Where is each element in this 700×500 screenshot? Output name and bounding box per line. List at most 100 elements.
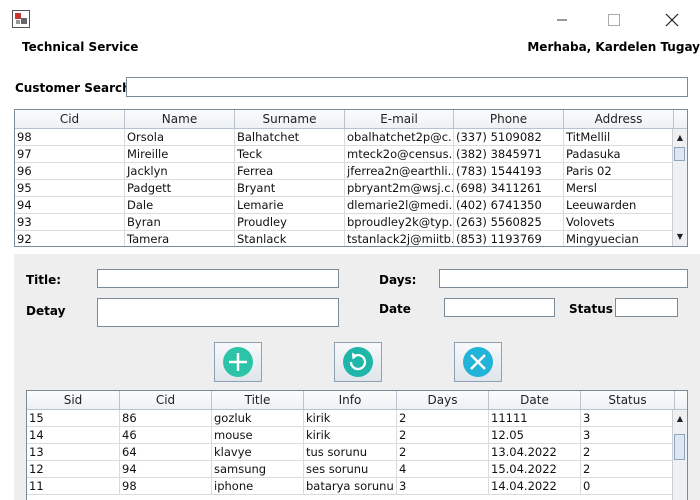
table-cell: 97 — [15, 146, 125, 162]
delete-service-button[interactable] — [454, 342, 502, 382]
detay-textarea[interactable] — [97, 298, 339, 327]
services-col-header[interactable]: Sid — [27, 391, 120, 409]
table-cell: 11 — [27, 478, 120, 494]
table-cell: 64 — [120, 444, 212, 460]
greeting-text: Merhaba, Kardelen Tugay — [527, 40, 700, 54]
table-cell: batarya sorunu — [304, 478, 397, 494]
table-cell: 11111 — [489, 410, 581, 426]
scroll-thumb[interactable] — [674, 147, 685, 161]
table-row[interactable]: 98 Orsola Balhatchet obalhatchet2p@c... (337… — [15, 129, 687, 146]
table-cell: ses sorunu — [304, 461, 397, 477]
services-col-header[interactable]: Date — [489, 391, 581, 409]
table-cell: 95 — [15, 180, 125, 196]
close-button[interactable] — [652, 8, 692, 32]
customer-search-label: Customer Search: — [15, 81, 136, 95]
date-label: Date — [379, 302, 411, 316]
table-cell: Mireille — [125, 146, 235, 162]
table-cell: Byran — [125, 214, 235, 230]
table-cell: 96 — [15, 163, 125, 179]
table-cell: Volovets — [564, 214, 674, 230]
status-label: Status — [569, 302, 613, 316]
table-row[interactable]: 14 46 mouse kirik 2 12.05 3 — [27, 427, 687, 444]
table-row[interactable]: 97 Mireille Teck mteck2o@census... (382) 384… — [15, 146, 687, 163]
customers-col-header[interactable]: E-mail — [345, 110, 454, 128]
customers-col-header[interactable]: Name — [125, 110, 235, 128]
customers-col-header[interactable]: Address — [564, 110, 674, 128]
services-col-header[interactable]: Days — [397, 391, 489, 409]
table-cell: pbryant2m@wsj.c... — [347, 180, 454, 196]
table-cell: Mingyuecian — [564, 231, 674, 246]
table-cell: 3 — [581, 410, 675, 426]
table-cell: (783) 1544193 — [454, 163, 564, 179]
scroll-down-icon[interactable]: ▼ — [673, 230, 687, 244]
table-cell: 4 — [397, 461, 489, 477]
table-cell: tus sorunu — [304, 444, 397, 460]
customer-search-input[interactable] — [126, 77, 688, 97]
customers-scrollbar[interactable]: ▲ ▼ — [672, 129, 687, 246]
table-cell: Balhatchet — [235, 129, 345, 145]
table-row[interactable]: 13 64 klavye tus sorunu 2 13.04.2022 2 — [27, 444, 687, 461]
table-row[interactable]: 92 Tamera Stanlack tstanlack2j@miitb... (853… — [15, 231, 687, 246]
services-scrollbar[interactable]: ▲ — [672, 410, 687, 500]
table-cell: (337) 5109082 — [454, 129, 564, 145]
table-cell: 46 — [120, 427, 212, 443]
services-col-header[interactable]: Cid — [120, 391, 212, 409]
table-row[interactable]: 94 Dale Lemarie dlemarie2l@medi... (402) 674… — [15, 197, 687, 214]
table-cell: Bryant — [235, 180, 345, 196]
table-cell: (698) 3411261 — [454, 180, 564, 196]
customers-col-header[interactable]: Surname — [235, 110, 345, 128]
table-cell: dlemarie2l@medi... — [347, 197, 454, 213]
services-table[interactable]: Sid Cid Title Info Days Date Status 15 86 gozluk… — [26, 390, 688, 500]
table-cell: Paris 02 — [564, 163, 674, 179]
table-cell: 12.05 — [489, 427, 581, 443]
services-table-header: Sid Cid Title Info Days Date Status — [27, 391, 687, 410]
scroll-up-icon[interactable]: ▲ — [673, 412, 687, 426]
services-col-header[interactable]: Title — [212, 391, 304, 409]
minimize-button[interactable] — [542, 8, 582, 32]
customers-table[interactable]: Cid Name Surname E-mail Phone Address 98 Orsol… — [14, 109, 688, 247]
table-cell: obalhatchet2p@c... — [347, 129, 454, 145]
table-cell: TitMellil — [564, 129, 674, 145]
status-input[interactable] — [615, 298, 678, 317]
table-cell: 15 — [27, 410, 120, 426]
table-cell: Tamera — [125, 231, 235, 246]
table-row[interactable]: 15 86 gozluk kirik 2 11111 3 — [27, 410, 687, 427]
customers-col-header[interactable]: Cid — [15, 110, 125, 128]
table-cell: 2 — [397, 410, 489, 426]
services-col-header[interactable]: Status — [581, 391, 675, 409]
table-cell: bproudley2k@typ... — [347, 214, 454, 230]
table-cell: (263) 5560825 — [454, 214, 564, 230]
scroll-thumb[interactable] — [674, 434, 685, 460]
add-service-button[interactable] — [214, 342, 262, 382]
scroll-up-icon[interactable]: ▲ — [673, 131, 687, 145]
table-cell: Jacklyn — [125, 163, 235, 179]
java-app-icon — [12, 10, 30, 28]
x-circle-icon — [463, 347, 493, 377]
table-cell: 3 — [397, 478, 489, 494]
table-cell: 12 — [27, 461, 120, 477]
table-cell: 2 — [397, 444, 489, 460]
days-input[interactable] — [439, 269, 688, 288]
refresh-circle-icon — [343, 347, 373, 377]
services-col-header[interactable]: Info — [304, 391, 397, 409]
update-service-button[interactable] — [334, 342, 382, 382]
app-title: Technical Service — [22, 40, 139, 54]
customers-table-header: Cid Name Surname E-mail Phone Address — [15, 110, 687, 129]
table-row[interactable]: 12 94 samsung ses sorunu 4 15.04.2022 2 — [27, 461, 687, 478]
table-cell: 2 — [581, 461, 675, 477]
table-row[interactable]: 11 98 iphone batarya sorunu 3 14.04.2022 0 — [27, 478, 687, 495]
plus-circle-icon — [223, 347, 253, 377]
customers-col-header[interactable]: Phone — [454, 110, 564, 128]
table-cell: 2 — [397, 427, 489, 443]
table-cell: Lemarie — [235, 197, 345, 213]
table-cell: kirik — [304, 427, 397, 443]
table-cell: Mersl — [564, 180, 674, 196]
date-input[interactable] — [444, 298, 555, 317]
table-row[interactable]: 95 Padgett Bryant pbryant2m@wsj.c... (698) 3… — [15, 180, 687, 197]
table-row[interactable]: 93 Byran Proudley bproudley2k@typ... (263) 5… — [15, 214, 687, 231]
table-cell: iphone — [212, 478, 304, 494]
table-row[interactable]: 96 Jacklyn Ferrea jferrea2n@earthli... (783)… — [15, 163, 687, 180]
table-cell: 15.04.2022 — [489, 461, 581, 477]
maximize-button[interactable] — [594, 8, 634, 32]
title-input[interactable] — [97, 269, 339, 288]
